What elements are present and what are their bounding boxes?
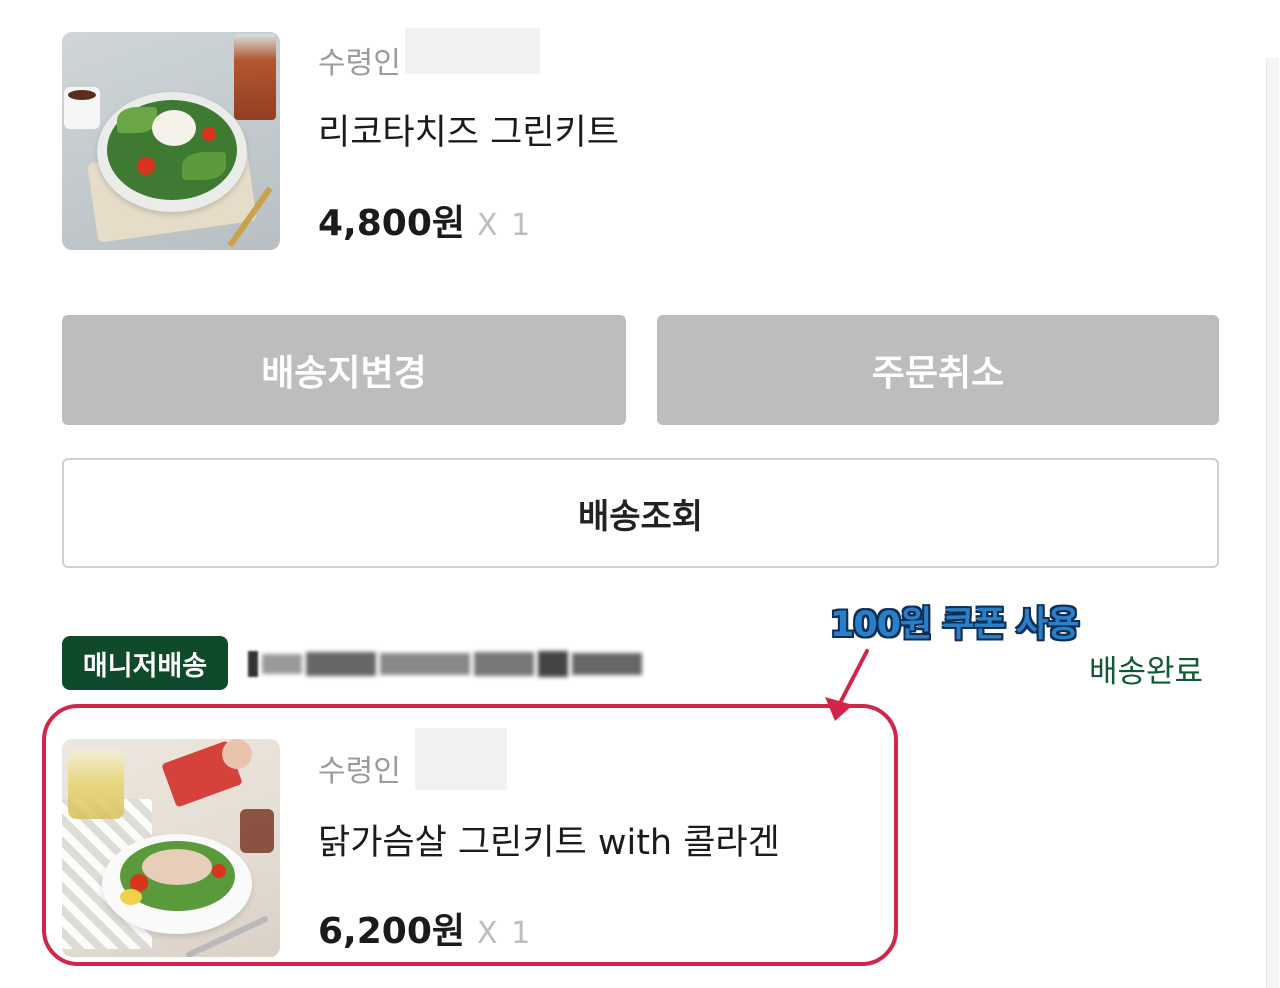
change-address-button[interactable]: 배송지변경 [62, 315, 626, 425]
redacted-delivery-info [248, 644, 728, 684]
product-name[interactable]: 리코타치즈 그린키트 [318, 104, 619, 155]
product-thumbnail-ricotta-salad[interactable] [62, 32, 280, 250]
recipient-label: 수령인 [318, 46, 401, 81]
product-price: 4,800원 [318, 203, 465, 244]
ricotta-cheese-shape [152, 110, 196, 146]
sauce-shape [68, 90, 96, 100]
coupon-annotation: 100원 쿠폰 사용 [830, 605, 1079, 645]
scrollbar[interactable] [1266, 58, 1279, 988]
product-quantity: X 1 [477, 208, 533, 243]
cancel-order-button[interactable]: 주문취소 [657, 315, 1219, 425]
leaf-shape [117, 107, 157, 133]
price-row: 4,800원 X 1 [318, 194, 532, 246]
tomato-shape [202, 127, 216, 141]
leaf-shape [182, 152, 226, 180]
tomato-shape [137, 157, 155, 175]
track-delivery-button[interactable]: 배송조회 [62, 458, 1219, 568]
delivery-type-badge: 매니저배송 [62, 636, 228, 690]
annotation-highlight-box [42, 704, 898, 966]
delivery-status: 배송완료 [1089, 654, 1204, 690]
iced-tea-glass-shape [234, 34, 276, 120]
redacted-recipient-name [405, 28, 540, 74]
